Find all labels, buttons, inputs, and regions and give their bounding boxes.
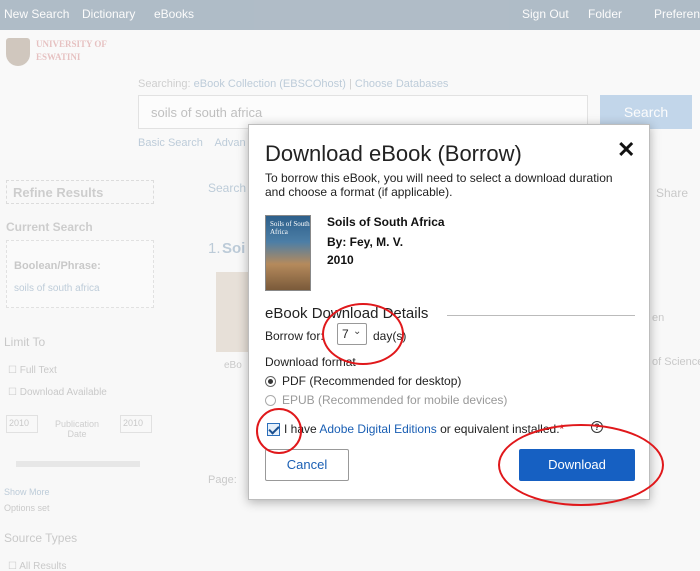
close-icon[interactable]: ✕	[617, 139, 635, 161]
book-year: 2010	[327, 253, 354, 267]
help-icon[interactable]: ?	[591, 421, 603, 433]
borrow-for-label: Borrow for:	[265, 329, 324, 343]
cancel-button[interactable]: Cancel	[265, 449, 349, 481]
epub-format-radio[interactable]	[265, 395, 276, 406]
checkbox-checked-icon[interactable]	[267, 423, 280, 436]
download-format-label: Download format	[265, 355, 356, 369]
chevron-down-icon: ⌄	[353, 326, 362, 337]
dialog-title: Download eBook (Borrow)	[265, 141, 522, 166]
book-author: By: Fey, M. V.	[327, 235, 404, 249]
adobe-digital-editions-link[interactable]: Adobe Digital Editions	[319, 422, 436, 436]
pdf-format-label[interactable]: PDF (Recommended for desktop)	[282, 374, 461, 388]
borrow-duration-select[interactable]: 7 ⌄	[337, 323, 367, 345]
borrow-days-label: day(s)	[373, 329, 407, 343]
download-ebook-dialog: Download eBook (Borrow) ✕ To borrow this…	[248, 124, 650, 500]
book-title: Soils of South Africa	[327, 215, 445, 229]
dialog-description: To borrow this eBook, you will need to s…	[265, 171, 613, 199]
download-details-heading: eBook Download Details	[265, 305, 429, 322]
section-divider	[447, 315, 635, 316]
pdf-format-radio[interactable]	[265, 376, 276, 387]
required-mark: *	[559, 422, 565, 436]
epub-format-label[interactable]: EPUB (Recommended for mobile devices)	[282, 393, 507, 407]
book-cover-image: Soils of South Africa	[265, 215, 311, 291]
adobe-agreement-label: I have Adobe Digital Editions or equival…	[284, 422, 565, 436]
download-button[interactable]: Download	[519, 449, 635, 481]
